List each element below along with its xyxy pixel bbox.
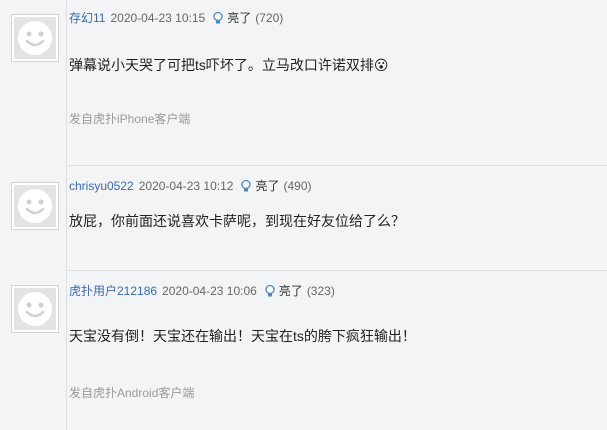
light-count: (720) [255,11,284,25]
light-label: 亮了 [227,11,252,25]
avatar-column [0,0,67,165]
username-link[interactable]: 虎扑用户212186 [69,282,157,300]
comment-time: 2020-04-23 10:12 [138,179,234,193]
comment-content: 天宝没有倒！天宝还在输出！天宝在ts的胯下疯狂输出！ [69,328,416,344]
comment-meta: chrisyu0522 2020-04-23 10:12 亮了 (490) [69,177,312,195]
comment-meta: 存幻11 2020-04-23 10:15 亮了 (720) [69,9,283,27]
lightbulb-icon [241,179,252,192]
lightbulb-icon [213,11,223,24]
light-label: 亮了 [278,284,303,298]
avatar-column [0,271,67,430]
comment-source: 发自虎扑Android客户端 [69,386,195,400]
smiley-avatar-icon [14,185,56,227]
username-link[interactable]: 存幻11 [69,9,105,27]
comment-content: 弹幕说小天哭了可把ts吓坏了。立马改口许诺双排😮 [69,57,389,73]
avatar[interactable] [11,182,59,230]
comment-time: 2020-04-23 10:15 [110,11,206,25]
smiley-avatar-icon [14,288,56,330]
username-link[interactable]: chrisyu0522 [69,177,134,195]
comment-time: 2020-04-23 10:06 [162,284,257,298]
light-button[interactable]: 亮了 [239,177,279,195]
avatar[interactable] [11,14,59,62]
light-button[interactable]: 亮了 [263,282,303,300]
light-count: (323) [306,284,335,298]
light-label: 亮了 [255,179,280,193]
comment-meta: 虎扑用户212186 2020-04-23 10:06 亮了 (323) [69,282,335,300]
avatar-column [0,166,67,270]
lightbulb-icon [265,284,275,297]
comment-content: 放屁，你前面还说喜欢卡萨呢，到现在好友位给了么？ [69,213,405,229]
comment-item: 存幻11 2020-04-23 10:15 亮了 (720) 弹幕说小天哭了可把… [0,0,607,165]
avatar[interactable] [11,285,59,333]
comment-source: 发自虎扑iPhone客户端 [69,112,191,126]
light-button[interactable]: 亮了 [211,9,251,27]
comment-item: 虎扑用户212186 2020-04-23 10:06 亮了 (323) 天宝没… [0,271,607,430]
comment-thread: 存幻11 2020-04-23 10:15 亮了 (720) 弹幕说小天哭了可把… [0,0,607,430]
light-count: (490) [283,179,312,193]
comment-item: chrisyu0522 2020-04-23 10:12 亮了 (490) 放屁… [0,166,607,270]
smiley-avatar-icon [14,17,56,59]
